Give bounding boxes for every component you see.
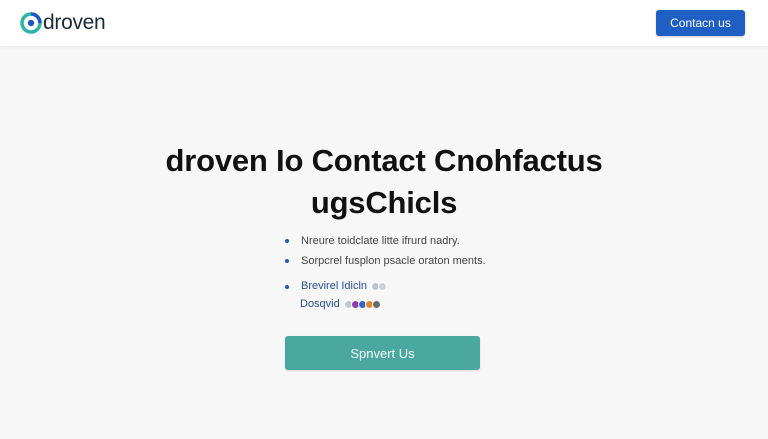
page-title: droven Io Contact Cnohfactus ugsChicls bbox=[0, 140, 768, 224]
brand-logo[interactable]: droven bbox=[20, 9, 106, 37]
logo-text: droven bbox=[43, 11, 106, 34]
contact-us-button[interactable]: Contacn us bbox=[656, 10, 745, 36]
partner-row: Dosqvid bbox=[285, 298, 387, 311]
partner-list: Brevirel Idicln Dosqvid bbox=[285, 280, 388, 316]
bullet-icon bbox=[285, 259, 289, 263]
partner-label: Brevirel Idicln bbox=[301, 280, 368, 292]
feature-text: Nreure toidclate litte ifrurd nadry. bbox=[301, 235, 460, 247]
partner-row: Brevirel Idicln bbox=[285, 280, 388, 293]
bullet-icon bbox=[285, 239, 289, 243]
partner-chip-icon bbox=[378, 282, 388, 291]
page-title-line2: ugsChicls bbox=[310, 185, 458, 220]
partner-label: Dosqvid bbox=[300, 298, 340, 310]
feature-text: Sorpcrel fusplon psacle oraton ments. bbox=[301, 255, 486, 267]
partner-chip-icon bbox=[371, 300, 381, 309]
list-item: Nreure toidclate litte ifrurd nadry. bbox=[285, 235, 545, 248]
bullet-icon bbox=[285, 285, 289, 289]
feature-list: Nreure toidclate litte ifrurd nadry. Sor… bbox=[285, 235, 545, 268]
support-us-button[interactable]: Spnvert Us bbox=[285, 336, 480, 370]
site-header: droven Contacn us bbox=[0, 0, 768, 46]
list-item: Sorpcrel fusplon psacle oraton ments. bbox=[285, 255, 545, 268]
page-title-line1: droven Io Contact Cnohfactus bbox=[165, 143, 603, 178]
logo-mark-icon bbox=[20, 12, 42, 34]
